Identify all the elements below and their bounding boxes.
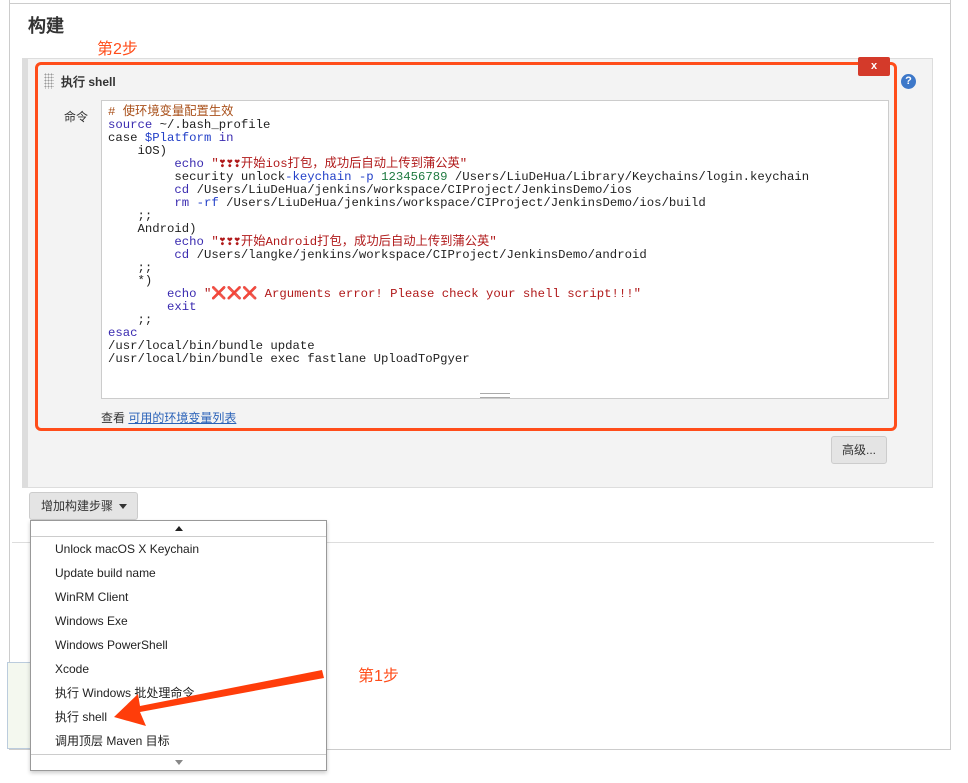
code-line: exit	[108, 301, 882, 314]
section-title: 构建	[28, 16, 64, 36]
code-line: case $Platform in	[108, 132, 882, 145]
command-label: 命令	[64, 110, 89, 124]
code-token: Android)	[108, 222, 197, 236]
annotation-step1: 第1步	[358, 668, 399, 685]
code-token: "❣❣❣开始Android打包，成功后自动上传到蒲公英"	[203, 235, 497, 249]
scroll-up-button[interactable]	[31, 521, 326, 537]
dropdown-item[interactable]: Unlock macOS X Keychain	[31, 537, 326, 561]
code-token: cd	[174, 248, 190, 262]
code-token: "❌❌❌ Arguments error! Please check your …	[196, 287, 641, 301]
code-token: exit	[167, 300, 197, 314]
code-token: in	[211, 131, 234, 145]
dropdown-item[interactable]: Xcode	[31, 657, 326, 681]
code-token: "❣❣❣开始ios打包，成功后自动上传到蒲公英"	[203, 157, 468, 171]
code-token: ~/.bash_profile	[152, 118, 271, 132]
build-step-dropdown[interactable]: Unlock macOS X Keychain Update build name…	[30, 520, 327, 771]
arrow-up-icon	[175, 526, 183, 531]
env-vars-hint: 查看 可用的环境变量列表	[101, 409, 236, 426]
code-line: ;;	[108, 314, 882, 327]
code-token: rm	[174, 196, 190, 210]
code-token: -p	[358, 170, 374, 184]
drag-handle-icon[interactable]	[44, 73, 54, 89]
code-token: -rf	[196, 196, 219, 210]
add-build-step-button[interactable]: 增加构建步骤	[29, 492, 138, 520]
code-token: ;;	[108, 261, 153, 275]
code-token: 123456789	[381, 170, 448, 184]
code-token: cd	[174, 183, 190, 197]
code-line: /usr/local/bin/bundle exec fastlane Uplo…	[108, 353, 882, 366]
dropdown-item[interactable]: 执行 shell	[31, 705, 326, 729]
dropdown-item[interactable]: Windows Exe	[31, 609, 326, 633]
code-token: /Users/LiuDeHua/Library/Keychains/login.…	[447, 170, 810, 184]
dropdown-item[interactable]: Windows PowerShell	[31, 633, 326, 657]
divider	[10, 3, 950, 4]
code-line: cd /Users/langke/jenkins/workspace/CIPro…	[108, 249, 882, 262]
arrow-down-icon	[175, 760, 183, 765]
help-icon[interactable]: ?	[901, 74, 916, 89]
code-token: $Platform	[144, 131, 212, 145]
add-build-step-label: 增加构建步骤	[41, 499, 114, 513]
code-token: ;;	[108, 313, 153, 327]
code-token: echo	[167, 287, 197, 301]
delete-step-button[interactable]: x	[858, 57, 890, 76]
code-token: /usr/local/bin/bundle exec fastlane Uplo…	[108, 352, 470, 366]
command-textarea[interactable]: # 使环境变量配置生效 source ~/.bash_profile case $P…	[101, 100, 889, 399]
code-token: /Users/LiuDeHua/jenkins/workspace/CIProj…	[218, 196, 706, 210]
code-token: -keychain	[285, 170, 352, 184]
code-token: /Users/LiuDeHua/jenkins/workspace/CIProj…	[189, 183, 632, 197]
code-token: # 使环境变量配置生效	[108, 105, 234, 119]
advanced-button[interactable]: 高级...	[831, 436, 887, 464]
scroll-down-button[interactable]	[31, 754, 326, 770]
code-line: ;;	[108, 210, 882, 223]
dropdown-item[interactable]: Update build name	[31, 561, 326, 585]
dropdown-item[interactable]: WinRM Client	[31, 585, 326, 609]
code-token: security unlock	[108, 170, 286, 184]
view-prefix: 查看	[101, 411, 126, 425]
chevron-down-icon	[119, 504, 127, 509]
code-token: echo	[174, 157, 204, 171]
dropdown-item[interactable]: 调用顶层 Maven 目标	[31, 729, 326, 753]
code-token: *)	[108, 274, 153, 288]
code-token: esac	[108, 326, 138, 340]
dropdown-item[interactable]: 执行 Windows 批处理命令	[31, 681, 326, 705]
resize-handle[interactable]	[480, 393, 510, 398]
code-line: echo "❌❌❌ Arguments error! Please check …	[108, 288, 882, 301]
code-token: case	[108, 131, 145, 145]
env-vars-link[interactable]: 可用的环境变量列表	[128, 411, 236, 425]
code-token: ;;	[108, 209, 153, 223]
code-token: /Users/langke/jenkins/workspace/CIProjec…	[189, 248, 647, 262]
code-line: ;;	[108, 262, 882, 275]
code-token: source	[108, 118, 153, 132]
code-token: echo	[174, 235, 204, 249]
step-title: 执行 shell	[61, 75, 116, 89]
code-line: rm -rf /Users/LiuDeHua/jenkins/workspace…	[108, 197, 882, 210]
annotation-step2: 第2步	[97, 41, 138, 58]
code-token: /usr/local/bin/bundle update	[108, 339, 315, 353]
code-token: iOS)	[108, 144, 168, 158]
